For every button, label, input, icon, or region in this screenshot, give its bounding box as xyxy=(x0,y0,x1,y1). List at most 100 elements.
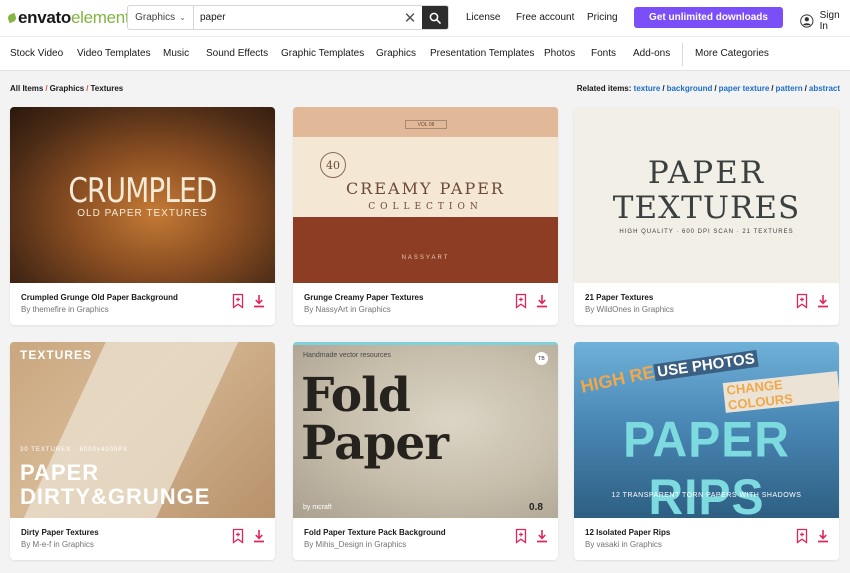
thumbnail-number: 40 xyxy=(320,152,346,178)
version-badge: 0.8 xyxy=(529,502,543,513)
item-meta: Crumpled Grunge Old Paper Background By … xyxy=(10,283,275,325)
bookmark-add-icon[interactable] xyxy=(231,293,245,309)
bookmark-add-icon[interactable] xyxy=(795,528,809,544)
item-title[interactable]: Dirty Paper Textures xyxy=(21,528,99,537)
thumbnail-subtitle: OLD PAPER TEXTURES xyxy=(77,208,208,219)
item-byline: By themefire in Graphics xyxy=(21,305,109,314)
nav-fonts[interactable]: Fonts xyxy=(591,48,616,59)
thumbnail-subtitle: 30 TEXTURES · 6000x4000PX xyxy=(20,447,129,453)
breadcrumb-separator: / xyxy=(86,84,89,93)
thumbnail-accent-line xyxy=(293,342,558,345)
related-separator: / xyxy=(662,84,665,93)
search-category-select[interactable]: Graphics ⌄ xyxy=(128,6,194,29)
download-icon[interactable] xyxy=(535,528,549,544)
nav-add-ons[interactable]: Add-ons xyxy=(633,48,670,59)
get-unlimited-downloads-button[interactable]: Get unlimited downloads xyxy=(634,7,783,28)
item-card[interactable]: PAPER TEXTURES HIGH QUALITY · 600 DPI SC… xyxy=(574,107,839,325)
related-separator: / xyxy=(804,84,807,93)
item-thumbnail[interactable]: VOL 08 40 CREAMY PAPER COLLECTION NASSYA… xyxy=(293,107,558,283)
close-icon[interactable]: ✕ xyxy=(398,6,422,29)
nav-more-categories[interactable]: More Categories xyxy=(695,48,769,59)
related-items: Related items: texture / background / paper … xyxy=(577,84,840,93)
nav-presentation-templates[interactable]: Presentation Templates xyxy=(430,48,534,59)
category-nav: Stock Video Video Templates Music Sound … xyxy=(0,36,850,71)
free-account-link[interactable]: Free account xyxy=(516,12,574,23)
nav-graphic-templates[interactable]: Graphic Templates xyxy=(281,48,364,59)
item-thumbnail[interactable]: HIGH RES USE PHOTOS CHANGE COLOURS PAPER… xyxy=(574,342,839,518)
logo-primary-text: envato xyxy=(18,8,71,27)
bookmark-add-icon[interactable] xyxy=(514,293,528,309)
number-badge-icon: TB xyxy=(535,352,548,365)
thumbnail-torn-band xyxy=(293,217,558,283)
envato-logo[interactable]: envato elements xyxy=(6,8,138,27)
license-link[interactable]: License xyxy=(466,12,500,23)
thumbnail-label: Handmade vector resources xyxy=(303,352,391,359)
item-meta: Dirty Paper Textures By M-e-f in Graphic… xyxy=(10,518,275,560)
sign-in-link[interactable]: Sign In xyxy=(800,10,850,32)
item-thumbnail[interactable]: PAPER TEXTURES HIGH QUALITY · 600 DPI SC… xyxy=(574,107,839,283)
item-card[interactable]: TEXTURES 30 TEXTURES · 6000x4000PX PAPER… xyxy=(10,342,275,560)
nav-stock-video[interactable]: Stock Video xyxy=(10,48,63,59)
chevron-down-icon: ⌄ xyxy=(179,13,186,22)
thumbnail-title: CRUMPLED xyxy=(68,171,217,211)
related-paper-texture[interactable]: paper texture xyxy=(719,84,770,93)
item-card[interactable]: CRUMPLED OLD PAPER TEXTURES Crumpled Gru… xyxy=(10,107,275,325)
related-pattern[interactable]: pattern xyxy=(776,84,803,93)
thumbnail-tag: USE PHOTOS xyxy=(653,349,759,382)
leaf-icon xyxy=(6,12,18,24)
nav-video-templates[interactable]: Video Templates xyxy=(77,48,151,59)
bookmark-add-icon[interactable] xyxy=(231,528,245,544)
bookmark-add-icon[interactable] xyxy=(795,293,809,309)
download-icon[interactable] xyxy=(535,293,549,309)
pricing-link[interactable]: Pricing xyxy=(587,12,618,23)
item-card[interactable]: VOL 08 40 CREAMY PAPER COLLECTION NASSYA… xyxy=(293,107,558,325)
thumbnail-title-line2: TEXTURES xyxy=(612,190,801,226)
search-category-label: Graphics xyxy=(135,12,176,23)
breadcrumb-graphics[interactable]: Graphics xyxy=(50,84,85,93)
thumbnail-title: CREAMY PAPER xyxy=(346,179,505,198)
download-icon[interactable] xyxy=(252,528,266,544)
thumbnail-title-line2: DIRTY&GRUNGE xyxy=(20,484,211,509)
item-thumbnail[interactable]: TEXTURES 30 TEXTURES · 6000x4000PX PAPER… xyxy=(10,342,275,518)
item-thumbnail[interactable]: CRUMPLED OLD PAPER TEXTURES xyxy=(10,107,275,283)
breadcrumb: All Items / Graphics / Textures xyxy=(10,84,123,93)
nav-divider xyxy=(682,43,683,66)
item-byline: By M-e-f in Graphics xyxy=(21,540,94,549)
search-bar: Graphics ⌄ ✕ xyxy=(127,5,449,30)
related-texture[interactable]: texture xyxy=(634,84,661,93)
thumbnail-tag: CHANGE COLOURS xyxy=(722,371,839,413)
thumbnail-author: NASSYART xyxy=(401,255,450,261)
related-separator: / xyxy=(714,84,717,93)
item-card[interactable]: HIGH RES USE PHOTOS CHANGE COLOURS PAPER… xyxy=(574,342,839,560)
related-background[interactable]: background xyxy=(667,84,713,93)
item-meta: Fold Paper Texture Pack Background By Mi… xyxy=(293,518,558,560)
item-thumbnail[interactable]: Handmade vector resources TB Fold Paper … xyxy=(293,342,558,518)
search-input[interactable] xyxy=(194,6,398,29)
item-title[interactable]: Crumpled Grunge Old Paper Background xyxy=(21,293,178,302)
breadcrumb-separator: / xyxy=(45,84,48,93)
thumbnail-title: PAPER xyxy=(647,155,766,191)
thumbnail-title: PAPER RIPS xyxy=(623,412,790,518)
item-title[interactable]: 21 Paper Textures xyxy=(585,293,653,302)
related-abstract[interactable]: abstract xyxy=(809,84,840,93)
thumbnail-subtitle: 12 TRANSPARENT TORN PAPERS WITH SHADOWS xyxy=(611,492,802,499)
nav-graphics[interactable]: Graphics xyxy=(376,48,416,59)
related-separator: / xyxy=(771,84,774,93)
thumbnail-subtitle: HIGH QUALITY · 600 DPI SCAN · 21 TEXTURE… xyxy=(619,229,794,235)
download-icon[interactable] xyxy=(252,293,266,309)
item-byline: By WildOnes in Graphics xyxy=(585,305,674,314)
item-title[interactable]: Fold Paper Texture Pack Background xyxy=(304,528,446,537)
item-card[interactable]: Handmade vector resources TB Fold Paper … xyxy=(293,342,558,560)
breadcrumb-all-items[interactable]: All Items xyxy=(10,84,43,93)
search-button[interactable] xyxy=(422,6,448,29)
item-title[interactable]: 12 Isolated Paper Rips xyxy=(585,528,670,537)
download-icon[interactable] xyxy=(816,293,830,309)
download-icon[interactable] xyxy=(816,528,830,544)
bookmark-add-icon[interactable] xyxy=(514,528,528,544)
thumbnail-tag: VOL 08 xyxy=(405,120,447,129)
nav-photos[interactable]: Photos xyxy=(544,48,575,59)
user-icon xyxy=(800,14,814,28)
item-title[interactable]: Grunge Creamy Paper Textures xyxy=(304,293,423,302)
nav-music[interactable]: Music xyxy=(163,48,189,59)
nav-sound-effects[interactable]: Sound Effects xyxy=(206,48,268,59)
